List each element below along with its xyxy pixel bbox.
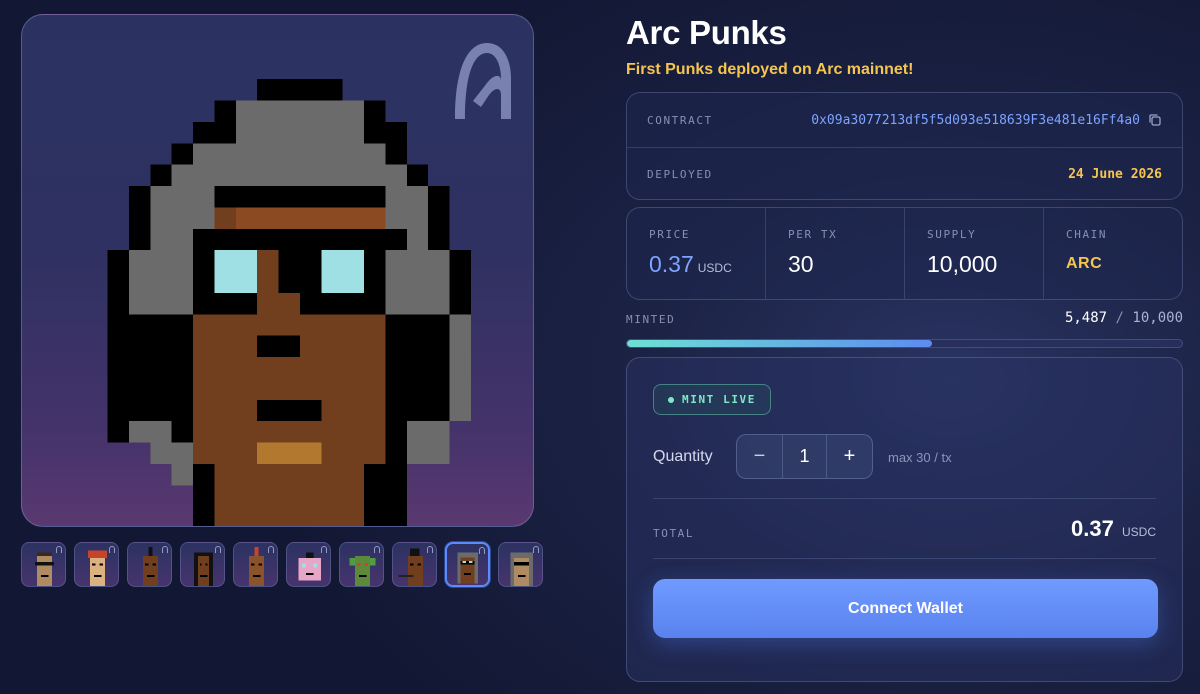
quantity-stepper[interactable]: − 1 + <box>736 434 873 479</box>
divider-bottom <box>653 558 1156 559</box>
collection-subtitle: First Punks deployed on Arc mainnet! <box>626 61 914 78</box>
max-per-tx-note: max 30 / tx <box>888 450 952 465</box>
supply-value: 10,000 <box>927 251 998 277</box>
stat-per-tx: PER TX 30 <box>765 208 904 299</box>
chain-value: ARC <box>1066 255 1103 272</box>
per-tx-value: 30 <box>788 251 814 277</box>
stat-chain: CHAIN ARC <box>1043 208 1182 299</box>
connect-wallet-button[interactable]: Connect Wallet <box>653 579 1158 638</box>
thumbnail-punk-3[interactable] <box>127 542 172 587</box>
thumbnail-punk-9-selected[interactable] <box>445 542 490 587</box>
live-dot-icon <box>668 396 674 403</box>
minted-count: 5,487 / 10,000 <box>1065 310 1183 326</box>
supply-label: SUPPLY <box>927 228 977 241</box>
arc-logo-icon <box>455 43 511 119</box>
minted-separator: / <box>1115 310 1124 326</box>
mint-progress-bar <box>626 339 1183 348</box>
featured-artwork <box>21 14 534 527</box>
quantity-label: Quantity <box>653 448 713 465</box>
total-value: 0.37 <box>1071 516 1114 541</box>
contract-row: CONTRACT 0x09a3077213df5f5d093e518639F3e… <box>627 93 1182 147</box>
total-label: TOTAL <box>653 527 695 540</box>
thumbnail-punk-10[interactable] <box>498 542 543 587</box>
copy-icon[interactable] <box>1148 113 1162 127</box>
quantity-value[interactable]: 1 <box>783 446 826 467</box>
decrement-button[interactable]: − <box>737 435 783 478</box>
thumbnail-punk-2[interactable] <box>74 542 119 587</box>
thumbnail-punk-1[interactable] <box>21 542 66 587</box>
mint-status-badge: MINT LIVE <box>653 384 772 415</box>
mint-status-text: MINT LIVE <box>682 393 757 406</box>
contract-label: CONTRACT <box>647 113 713 127</box>
stat-price: PRICE 0.37 USDC <box>627 208 765 299</box>
price-label: PRICE <box>649 228 691 241</box>
deployed-date: 24 June 2026 <box>1068 167 1162 182</box>
price-value: 0.37 <box>649 251 694 277</box>
divider-top <box>653 498 1156 499</box>
contract-card: CONTRACT 0x09a3077213df5f5d093e518639F3e… <box>626 92 1183 200</box>
total-value-wrap: 0.37 USDC <box>1071 516 1156 542</box>
thumbnail-punk-8[interactable] <box>392 542 437 587</box>
stat-supply: SUPPLY 10,000 <box>904 208 1043 299</box>
thumbnail-punk-6[interactable] <box>286 542 331 587</box>
increment-button[interactable]: + <box>826 435 872 478</box>
thumbnail-punk-5[interactable] <box>233 542 278 587</box>
price-unit: USDC <box>697 261 732 275</box>
minted-label: MINTED <box>626 313 676 326</box>
thumbnail-punk-4[interactable] <box>180 542 225 587</box>
per-tx-label: PER TX <box>788 228 838 241</box>
mint-panel: MINT LIVE Quantity − 1 + max 30 / tx TOT… <box>626 357 1183 682</box>
deployed-row: DEPLOYED 24 June 2026 <box>627 147 1182 201</box>
contract-address-text[interactable]: 0x09a3077213df5f5d093e518639F3e481e16Ff4… <box>811 113 1140 128</box>
price-value-wrap: 0.37 USDC <box>649 251 743 278</box>
chain-label: CHAIN <box>1066 228 1108 241</box>
collection-title: Arc Punks <box>626 14 787 51</box>
thumbnail-punk-7[interactable] <box>339 542 384 587</box>
stats-card: PRICE 0.37 USDC PER TX 30 SUPPLY 10,000 C… <box>626 207 1183 300</box>
mint-progress-fill <box>627 340 932 347</box>
thumbnail-strip <box>21 542 543 587</box>
contract-address[interactable]: 0x09a3077213df5f5d093e518639F3e481e16Ff4… <box>811 113 1162 128</box>
total-unit: USDC <box>1121 525 1156 539</box>
deployed-label: DEPLOYED <box>647 168 713 181</box>
minted-current: 5,487 <box>1064 310 1108 326</box>
minted-total: 10,000 <box>1132 310 1183 326</box>
